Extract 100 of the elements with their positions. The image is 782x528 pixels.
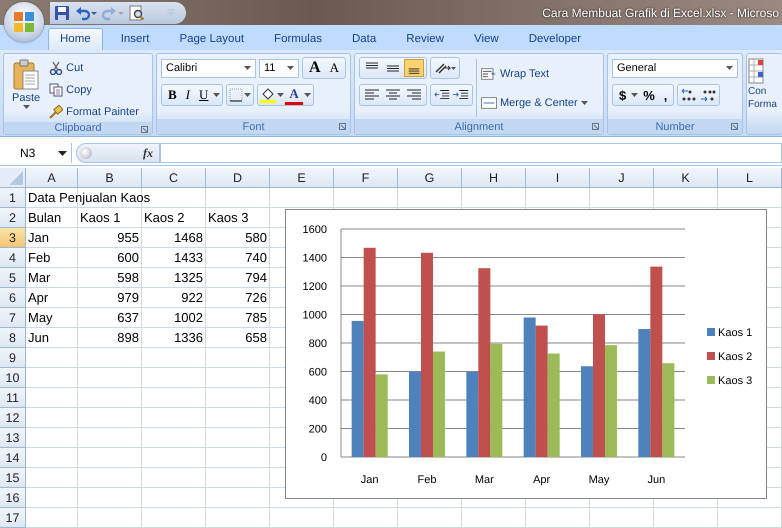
row-header[interactable]: 13 [0, 428, 26, 448]
wrap-text-button[interactable]: Wrap Text [480, 63, 589, 84]
percent-button[interactable]: % [639, 88, 659, 102]
axis-category-label: May [588, 474, 610, 486]
underline-button[interactable]: U [195, 87, 212, 103]
legend-label: Kaos 2 [718, 351, 752, 363]
table-cell: 726 [206, 288, 270, 308]
ribbon-tab[interactable]: Page Layout [167, 28, 256, 50]
caret-icon[interactable] [58, 150, 67, 156]
bold-button[interactable]: B [164, 87, 181, 103]
paste-button[interactable]: Paste [8, 57, 44, 111]
ribbon-tab[interactable]: Review [394, 28, 456, 50]
borders-icon[interactable] [229, 88, 244, 102]
formula-input-field[interactable] [160, 143, 782, 163]
caret-icon[interactable] [287, 66, 294, 70]
comma-style-button[interactable]: , [660, 88, 672, 102]
table-cell: 898 [78, 328, 142, 348]
grow-font-button[interactable]: A [305, 59, 325, 77]
print-preview-icon[interactable] [129, 4, 145, 20]
number-format-dropdown[interactable]: General [612, 58, 738, 78]
column-header[interactable]: E [270, 168, 334, 188]
row-header[interactable]: 3 [0, 228, 26, 248]
cut-button[interactable]: Cut [48, 57, 140, 78]
column-header[interactable]: L [718, 168, 782, 188]
column-header[interactable]: G [398, 168, 462, 188]
caret-icon[interactable] [580, 100, 588, 104]
column-header[interactable]: I [526, 168, 590, 188]
column-header[interactable]: A [26, 168, 78, 188]
table-cell: 658 [206, 328, 270, 348]
table-cell: 794 [206, 268, 270, 288]
row-header[interactable]: 7 [0, 308, 26, 328]
caret-icon[interactable] [726, 66, 733, 70]
row-header[interactable]: 9 [0, 348, 26, 368]
caret-icon[interactable] [277, 93, 284, 97]
caret-icon[interactable] [213, 93, 220, 97]
table-cell: Jan [26, 228, 78, 248]
row-header[interactable]: 5 [0, 268, 26, 288]
caret-icon[interactable] [244, 66, 251, 70]
column-header[interactable]: C [142, 168, 206, 188]
paintbrush-icon [49, 104, 64, 118]
row-header[interactable]: 10 [0, 368, 26, 388]
table-cell: Mar [26, 268, 78, 288]
shrink-font-button[interactable]: A [326, 60, 343, 76]
caret-icon[interactable] [22, 105, 30, 109]
table-cell: 955 [78, 228, 142, 248]
ribbon-tab[interactable]: Insert [108, 28, 162, 50]
axis-category-label: Feb [418, 474, 436, 486]
axis-category-label: Jan [360, 474, 379, 486]
caret-icon[interactable] [304, 93, 311, 97]
table-cell: 1433 [142, 248, 206, 268]
dialog-launcher-icon[interactable] [141, 126, 148, 133]
column-header[interactable]: K [654, 168, 718, 188]
column-header[interactable]: D [206, 168, 270, 188]
row-header[interactable]: 12 [0, 408, 26, 428]
dialog-launcher-icon[interactable] [731, 123, 738, 130]
axis-tick-label: 800 [308, 338, 327, 350]
dialog-launcher-icon[interactable] [339, 123, 346, 130]
caret-icon[interactable] [244, 93, 252, 97]
save-icon[interactable] [54, 4, 70, 20]
merge-center-button[interactable]: Merge & Center [480, 92, 589, 113]
row-header[interactable]: 2 [0, 208, 26, 228]
copy-button[interactable]: Copy [48, 79, 140, 100]
row-header[interactable]: 17 [0, 508, 26, 528]
italic-button[interactable]: I [182, 87, 194, 103]
font-name-dropdown[interactable]: Calibri [161, 58, 256, 78]
column-header[interactable]: B [78, 168, 142, 188]
table-cell: 1336 [142, 328, 206, 348]
conditional-formatting-button[interactable]: Con Forma [747, 54, 782, 114]
row-header[interactable]: 11 [0, 388, 26, 408]
column-header[interactable]: H [462, 168, 526, 188]
row-header[interactable]: 6 [0, 288, 26, 308]
row-header[interactable]: 14 [0, 448, 26, 468]
currency-button[interactable]: $ [615, 88, 630, 102]
ribbon-tab[interactable]: View [462, 28, 511, 50]
caret-icon[interactable] [631, 93, 638, 97]
office-button[interactable] [4, 2, 44, 42]
row-header[interactable]: 1 [0, 188, 26, 208]
row-header[interactable]: 8 [0, 328, 26, 348]
row-header[interactable]: 16 [0, 488, 26, 508]
row-header[interactable]: 15 [0, 468, 26, 488]
undo-icon[interactable] [75, 4, 97, 20]
name-box[interactable]: N3 [0, 143, 72, 163]
ribbon-tab[interactable]: Formulas [262, 28, 334, 50]
column-header[interactable]: J [590, 168, 654, 188]
increase-decimal-icon[interactable] [680, 87, 698, 103]
align-bottom-icon[interactable] [404, 59, 424, 77]
column-header[interactable]: F [334, 168, 398, 188]
ribbon-tab[interactable]: Data [340, 28, 388, 50]
font-size-dropdown[interactable]: 11 [259, 58, 299, 78]
insert-function-button[interactable]: fx [141, 146, 155, 160]
format-painter-button[interactable]: Format Painter [48, 101, 140, 122]
ribbon-tab[interactable]: Home [48, 28, 103, 50]
fill-color-icon[interactable] [260, 87, 276, 103]
dialog-launcher-icon[interactable] [592, 123, 599, 130]
ribbon-tab[interactable]: Developer [516, 28, 594, 50]
formula-bar-handle-icon[interactable] [80, 147, 92, 159]
group-label: Number [655, 120, 695, 132]
table-cell: 1002 [142, 308, 206, 328]
row-header[interactable]: 4 [0, 248, 26, 268]
table-cell: 600 [78, 248, 142, 268]
